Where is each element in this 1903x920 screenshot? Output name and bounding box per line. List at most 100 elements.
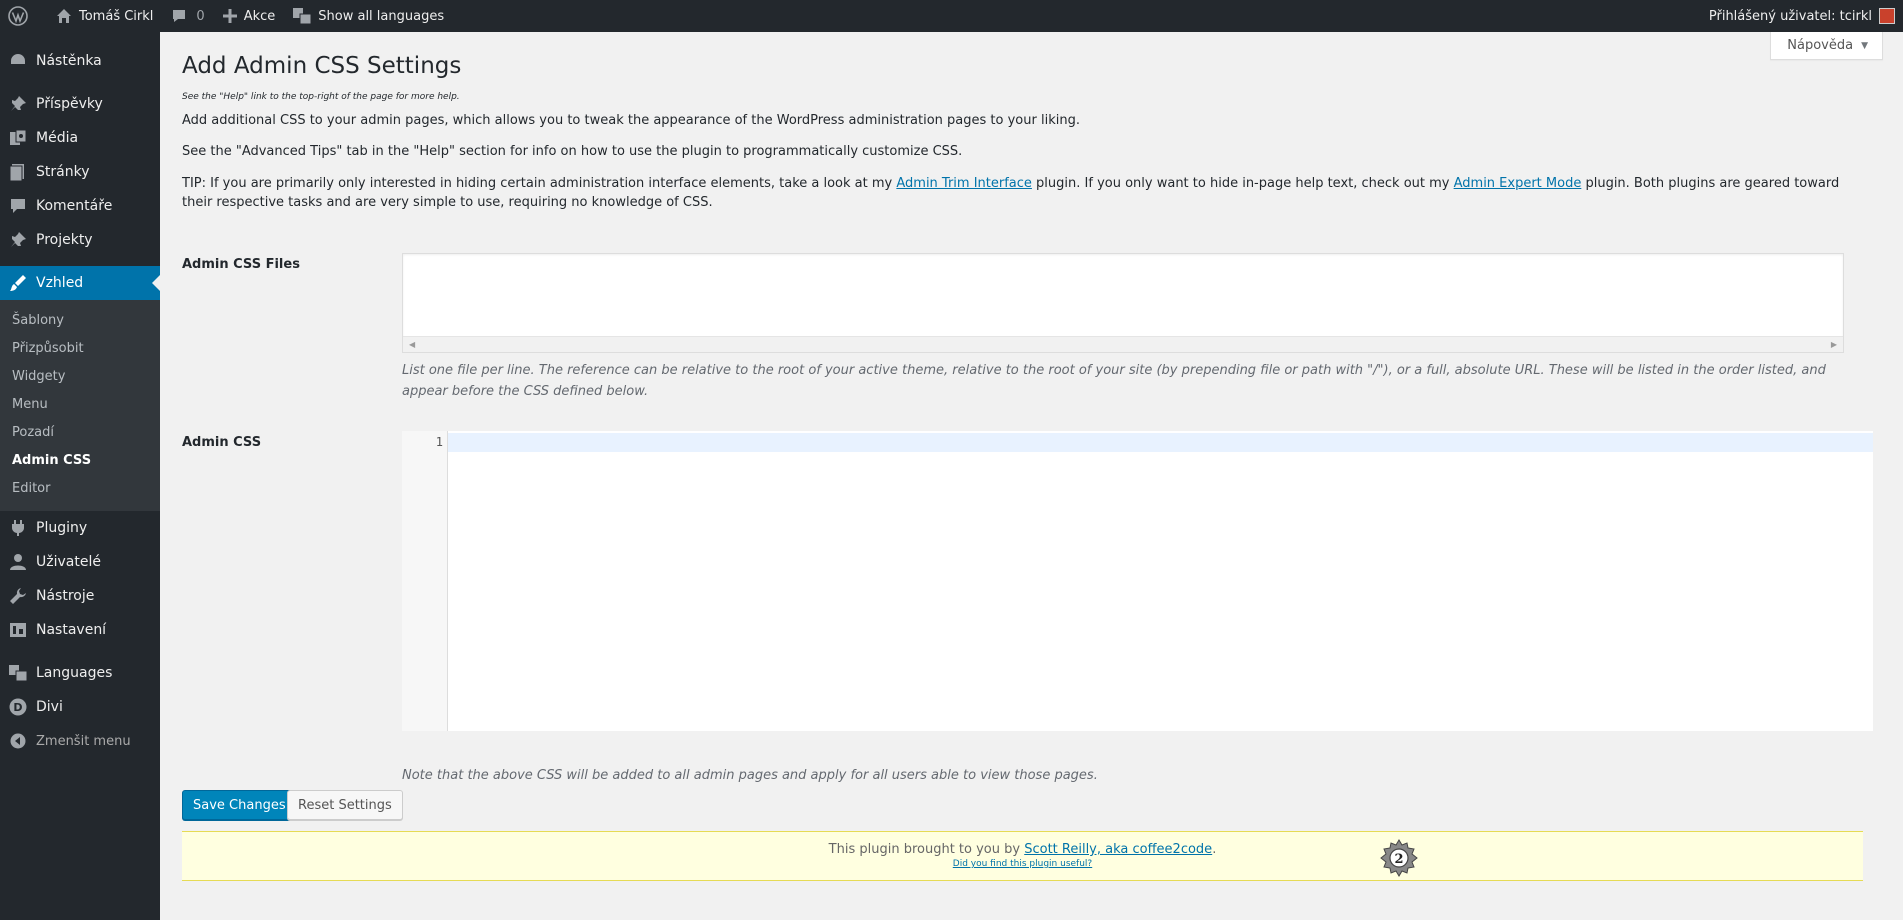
tip-text: TIP: If you are primarily only intereste… [182,174,1873,213]
collapse-menu-button[interactable]: Zmenšit menu [0,724,160,758]
media-icon [8,128,28,148]
credit-period: . [1212,842,1217,857]
horizontal-scrollbar[interactable]: ◀ ▶ [403,336,1843,352]
my-account-link[interactable]: Přihlášený uživatel: tcirkl [1700,0,1903,32]
scroll-left-icon[interactable]: ◀ [409,340,415,349]
comments-link[interactable]: 0 [162,0,213,32]
menu-item-dashboard[interactable]: Nástěnka [0,44,160,78]
menu-item-media[interactable]: Média [0,121,160,155]
svg-text:D: D [13,701,22,714]
user-icon [8,552,28,572]
reset-settings-button[interactable]: Reset Settings [287,790,403,820]
comment-icon [173,10,186,22]
comments-count: 0 [196,8,205,24]
submenu-item-customize[interactable]: Přizpůsobit [0,335,160,363]
submenu-item-menus[interactable]: Menu [0,391,160,419]
dashboard-icon [8,51,28,71]
menu-item-label: Nástroje [36,588,95,604]
menu-item-posts[interactable]: Příspěvky [0,87,160,121]
submenu-item-themes[interactable]: Šablony [0,307,160,335]
show-all-languages-label: Show all languages [318,8,445,24]
menu-item-appearance[interactable]: Vzhled [0,266,160,300]
menu-item-label: Pluginy [36,520,88,536]
tip-part: plugin. If you only want to hide in-page… [1031,175,1454,191]
admin-trim-interface-link[interactable]: Admin Trim Interface [896,176,1032,191]
menu-item-label: Příspěvky [36,96,103,112]
admin-css-files-description: List one file per line. The reference ca… [402,363,1826,399]
appearance-submenu: Šablony Přizpůsobit Widgety Menu Pozadí … [0,300,160,511]
tools-icon [8,586,28,606]
user-greeting: Přihlášený uživatel: tcirkl [1708,8,1872,24]
divi-icon: D [8,697,28,717]
intro-text: Add additional CSS to your admin pages, … [182,112,1080,128]
admin-expert-mode-link[interactable]: Admin Expert Mode [1454,176,1582,191]
plus-icon [222,9,237,23]
admin-css-code-editor[interactable]: 1 [402,431,1873,731]
menu-item-pages[interactable]: Stránky [0,155,160,189]
menu-item-plugins[interactable]: Pluginy [0,511,160,545]
menu-item-label: Stránky [36,164,90,180]
admin-bar: Tomáš Cirkl 0 Akce Show all languages Př… [0,0,1903,32]
menu-item-settings[interactable]: Nastavení [0,613,160,647]
submenu-item-widgets[interactable]: Widgety [0,363,160,391]
settings-icon [8,620,28,640]
translate-icon [8,663,28,683]
menu-item-divi[interactable]: D Divi [0,690,160,724]
menu-item-label: Uživatelé [36,554,101,570]
admin-css-label: Admin CSS [182,435,262,450]
line-number: 1 [435,435,443,449]
show-all-languages-link[interactable]: Show all languages [284,0,453,32]
menu-item-label: Nástěnka [36,53,102,69]
menu-item-label: Divi [36,699,63,715]
pin-icon [8,230,28,250]
new-content-label: Akce [243,8,276,24]
pin-icon [8,94,28,114]
menu-item-label: Komentáře [36,198,113,214]
main-content: Add Admin CSS Settings See the "Help" li… [182,32,1873,881]
admin-menu: Nástěnka Příspěvky Média Stránky Komentá… [0,32,160,920]
advanced-tips-text: See the "Advanced Tips" tab in the "Help… [182,144,963,160]
scroll-right-icon[interactable]: ▶ [1831,340,1837,349]
submenu-item-background[interactable]: Pozadí [0,419,160,447]
credit-text: This plugin brought to you by [828,842,1025,857]
menu-item-label: Languages [36,665,113,681]
author-link[interactable]: Scott Reilly, aka coffee2code [1024,842,1212,857]
menu-item-tools[interactable]: Nástroje [0,579,160,613]
admin-css-files-label: Admin CSS Files [182,257,300,272]
menu-item-label: Média [36,130,79,146]
active-line [448,433,1873,452]
new-content-link[interactable]: Akce [214,0,285,32]
coffee2code-gear-logo-icon: 2 [1380,839,1418,877]
home-icon [57,9,71,23]
tip-part: TIP: If you are primarily only intereste… [182,175,897,191]
plugin-useful-link[interactable]: Did you find this plugin useful? [953,859,1092,869]
comment-icon [8,196,28,216]
site-name: Tomáš Cirkl [79,8,154,24]
admin-css-files-textarea[interactable]: ◀ ▶ [402,253,1844,353]
collapse-arrow-icon [8,731,28,751]
pages-icon [8,162,28,182]
collapse-menu-label: Zmenšit menu [36,733,131,749]
wordpress-logo-icon[interactable] [0,0,47,32]
help-note: See the "Help" link to the top-right of … [182,91,460,102]
menu-item-users[interactable]: Uživatelé [0,545,160,579]
menu-item-languages[interactable]: Languages [0,656,160,690]
admin-css-description: Note that the above CSS will be added to… [402,768,1098,783]
credit-line: This plugin brought to you by Scott Reil… [182,842,1863,857]
site-name-link[interactable]: Tomáš Cirkl [47,0,162,32]
menu-item-label: Projekty [36,232,93,248]
useful-line: Did you find this plugin useful? [182,859,1863,869]
menu-item-label: Nastavení [36,622,107,638]
appearance-icon [8,273,28,293]
plugin-icon [8,518,28,538]
menu-item-label: Vzhled [36,275,84,291]
menu-item-comments[interactable]: Komentáře [0,189,160,223]
svg-text:2: 2 [1394,852,1403,867]
submenu-item-editor[interactable]: Editor [0,475,160,503]
submenu-item-admin-css[interactable]: Admin CSS [0,447,160,475]
plugin-credit-box: This plugin brought to you by Scott Reil… [182,831,1863,881]
menu-item-projects[interactable]: Projekty [0,223,160,257]
page-title: Add Admin CSS Settings [182,53,462,79]
translate-icon [293,8,312,24]
save-changes-button[interactable]: Save Changes [182,790,297,820]
